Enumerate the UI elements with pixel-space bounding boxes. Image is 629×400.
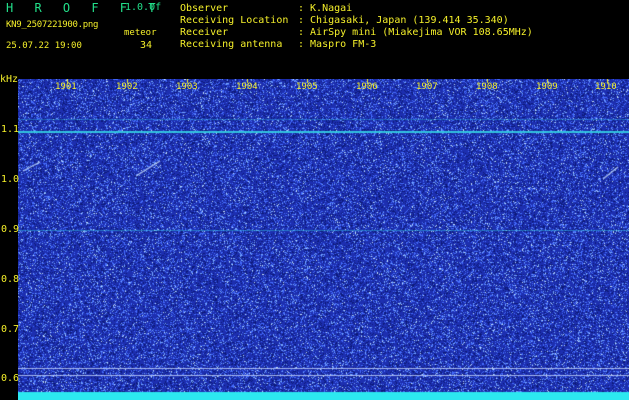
minute-label: 1904 [236,82,258,92]
minute-label: 1902 [116,82,138,92]
meta-receiver-value: : AirSpy mini (Miakejima VOR 108.65MHz) [298,27,533,38]
minute-label: 1908 [476,82,498,92]
filename-label: KN9_2507221900.png [6,20,99,30]
y-tick-label: 0.6 [1,373,20,384]
minute-label: 1910 [595,82,617,92]
y-tick-label: 0.8 [1,274,20,285]
y-tick-label: 0.9 [1,224,20,235]
meta-antenna-key: Receiving antenna [180,39,283,50]
minute-label: 1905 [296,82,318,92]
minute-label: 1907 [416,82,438,92]
datetime-label: 25.07.22 19:00 [6,41,82,51]
minute-label: 1909 [536,82,558,92]
y-tick-label: 1.0 [1,174,20,185]
spectrogram-canvas [18,79,629,400]
meta-location-key: Receiving Location [180,15,289,26]
khz-unit-label: kHz [0,74,19,85]
meta-observer-key: Observer [180,3,229,14]
minute-label: 1901 [55,82,77,92]
y-tick-label: 0.7 [1,324,20,335]
meta-observer-value: : K.Nagai [298,3,353,14]
meta-antenna-value: : Maspro FM-3 [298,39,377,50]
y-tick-label: 1.1 [1,124,20,135]
meta-receiver-key: Receiver [180,27,229,38]
meta-location-value: : Chigasaki, Japan (139.414 35.340) [298,15,509,26]
version-label: 1.0.0f [125,2,162,13]
count-label: 34 [140,40,153,51]
minute-label: 1903 [176,82,198,92]
mode-label: meteor [124,28,157,38]
minute-label: 1906 [356,82,378,92]
